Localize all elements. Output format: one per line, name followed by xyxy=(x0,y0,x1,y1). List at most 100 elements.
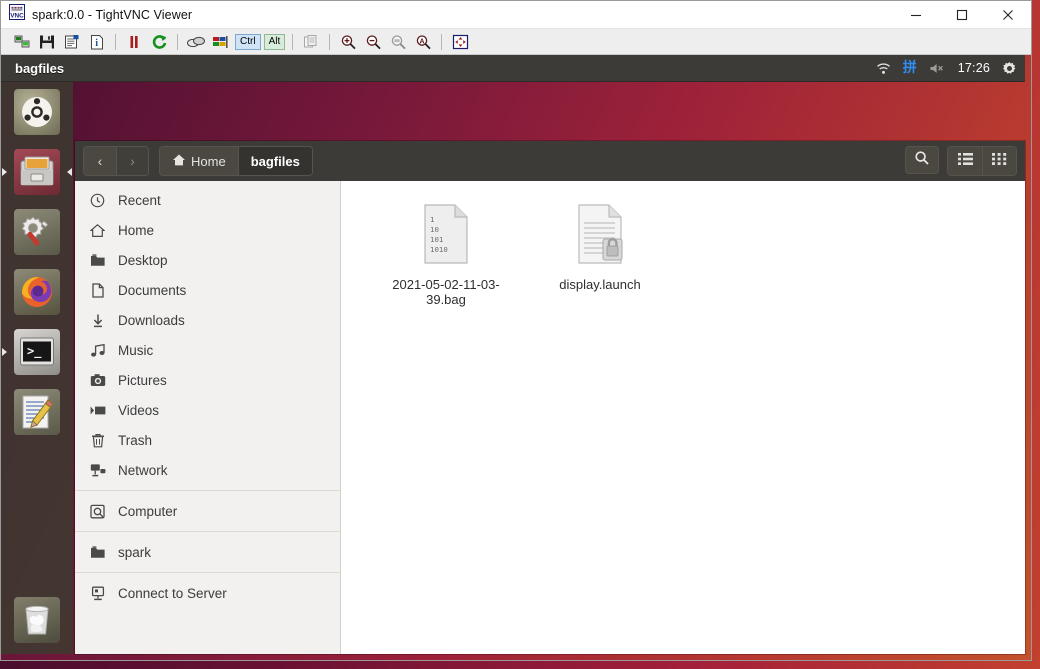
settings-icon xyxy=(14,209,60,255)
copy-clipboard-icon[interactable] xyxy=(300,32,322,52)
terminal-icon: >_ xyxy=(14,329,60,375)
forward-button[interactable]: › xyxy=(116,147,148,175)
svg-text:i: i xyxy=(95,38,98,49)
sidebar-item-trash[interactable]: Trash xyxy=(75,425,340,455)
grid-view-icon xyxy=(992,152,1007,171)
sidebar-item-label: Music xyxy=(118,342,154,358)
send-ctrl-esc-icon[interactable] xyxy=(210,32,232,52)
sidebar-item-network[interactable]: Network xyxy=(75,455,340,485)
svg-text:>_: >_ xyxy=(27,344,42,359)
breadcrumb: Home bagfiles xyxy=(159,146,313,176)
svg-text:10: 10 xyxy=(430,225,439,234)
system-menu-gear-icon[interactable] xyxy=(1002,61,1017,76)
sidebar-item-label: Documents xyxy=(118,282,187,298)
remote-desktop-framebuffer[interactable]: bagfiles 拼 17:26 >_ ‹ › Home bagfiles Re… xyxy=(1,55,1031,660)
running-indicator xyxy=(2,168,7,176)
breadcrumb-home-label: Home xyxy=(191,153,226,169)
save-session-icon[interactable] xyxy=(36,32,58,52)
toolbar-separator xyxy=(441,33,443,50)
file-item[interactable]: 1 10 101 1010 2021-05-02-11-03-39.bag xyxy=(369,197,523,317)
folder-icon xyxy=(89,545,106,559)
svg-text:101: 101 xyxy=(430,235,443,244)
maximize-button[interactable] xyxy=(939,1,985,28)
launcher-item-terminal[interactable]: >_ xyxy=(1,322,73,382)
svg-text:A: A xyxy=(419,38,424,45)
sidebar-item-connect-to-server[interactable]: Connect to Server xyxy=(75,578,340,608)
launcher-item-text-editor[interactable] xyxy=(1,382,73,442)
sidebar-item-recent[interactable]: Recent xyxy=(75,185,340,215)
breadcrumb-bagfiles[interactable]: bagfiles xyxy=(237,147,312,175)
connection-options-icon[interactable] xyxy=(61,32,83,52)
sidebar-item-label: Pictures xyxy=(118,372,167,388)
zoom-out-icon[interactable] xyxy=(362,32,384,52)
sidebar-item-music[interactable]: Music xyxy=(75,335,340,365)
network-icon xyxy=(89,463,106,478)
launcher-item-system-settings[interactable] xyxy=(1,202,73,262)
view-mode-toggle xyxy=(947,146,1017,176)
camera-icon xyxy=(89,373,106,387)
video-icon xyxy=(89,404,106,417)
minimize-button[interactable] xyxy=(893,1,939,28)
sidebar-item-home[interactable]: Home xyxy=(75,215,340,245)
svg-text:1: 1 xyxy=(430,215,434,224)
volume-muted-icon[interactable] xyxy=(929,62,946,75)
sidebar-item-label: Home xyxy=(118,222,155,238)
full-screen-icon[interactable] xyxy=(449,32,471,52)
panel-window-title: bagfiles xyxy=(15,60,65,76)
ubuntu-top-panel: bagfiles 拼 17:26 xyxy=(1,55,1025,82)
launcher-item-files[interactable] xyxy=(1,142,73,202)
file-icon-grid: 1 10 101 1010 2021-05-02-11-03-39.bag di… xyxy=(341,181,1025,317)
search-button[interactable] xyxy=(905,146,939,174)
file-manager-content[interactable]: 1 10 101 1010 2021-05-02-11-03-39.bag di… xyxy=(341,181,1025,654)
wifi-icon[interactable] xyxy=(876,62,891,75)
toolbar-separator xyxy=(329,33,331,50)
file-item[interactable]: display.launch xyxy=(523,197,677,317)
refresh-screen-icon[interactable] xyxy=(148,32,170,52)
list-view-icon xyxy=(957,152,973,171)
sidebar-item-label: Trash xyxy=(118,432,153,448)
home-icon xyxy=(89,223,106,238)
text-editor-icon xyxy=(14,389,60,435)
tightvnc-logo-icon: VNC xyxy=(9,4,25,25)
connection-info-icon[interactable]: i xyxy=(86,32,108,52)
locked-document-icon xyxy=(573,203,627,270)
close-button[interactable] xyxy=(985,1,1031,28)
launcher-item-firefox[interactable] xyxy=(1,262,73,322)
launcher-item-dash-home[interactable] xyxy=(1,82,73,142)
new-connection-icon[interactable] xyxy=(11,32,33,52)
unity-launcher: >_ xyxy=(1,82,73,654)
window-title-text: spark:0.0 - TightVNC Viewer xyxy=(32,7,193,22)
sidebar-separator xyxy=(75,531,340,532)
send-ctrl-alt-del-icon[interactable] xyxy=(185,32,207,52)
sidebar-item-label: Videos xyxy=(118,402,160,418)
grid-view-button[interactable] xyxy=(982,147,1016,175)
zoom-100-icon[interactable] xyxy=(387,32,409,52)
vnc-toolbar: i Ctrl Alt A xyxy=(1,29,1031,55)
vnc-viewer-window: VNC spark:0.0 - TightVNC Viewer i Ctrl A… xyxy=(0,0,1032,661)
sidebar-item-spark[interactable]: spark xyxy=(75,537,340,567)
sidebar-item-downloads[interactable]: Downloads xyxy=(75,305,340,335)
back-button[interactable]: ‹ xyxy=(84,147,116,175)
pause-updates-icon[interactable] xyxy=(123,32,145,52)
zoom-auto-icon[interactable]: A xyxy=(412,32,434,52)
list-view-button[interactable] xyxy=(948,147,982,175)
zoom-in-icon[interactable] xyxy=(337,32,359,52)
launcher-item-trash[interactable] xyxy=(1,590,73,650)
sidebar-item-computer[interactable]: Computer xyxy=(75,496,340,526)
file-name: display.launch xyxy=(559,277,641,292)
sidebar-item-desktop[interactable]: Desktop xyxy=(75,245,340,275)
sidebar-item-pictures[interactable]: Pictures xyxy=(75,365,340,395)
panel-clock[interactable]: 17:26 xyxy=(958,61,990,75)
file-name: 2021-05-02-11-03-39.bag xyxy=(392,277,500,307)
file-manager-sidebar: Recent Home Desktop Documents Downloads … xyxy=(75,181,341,654)
window-controls xyxy=(893,1,1031,28)
alt-key-toggle[interactable]: Alt xyxy=(263,33,286,50)
sidebar-item-label: spark xyxy=(118,544,152,560)
sidebar-item-label: Recent xyxy=(118,192,161,208)
sidebar-item-documents[interactable]: Documents xyxy=(75,275,340,305)
input-method-icon[interactable]: 拼 xyxy=(903,61,917,75)
breadcrumb-home[interactable]: Home xyxy=(160,147,238,175)
ctrl-key-toggle[interactable]: Ctrl xyxy=(235,33,261,50)
sidebar-item-videos[interactable]: Videos xyxy=(75,395,340,425)
file-manager-window: ‹ › Home bagfiles Recent Home Desktop Do… xyxy=(75,141,1025,654)
